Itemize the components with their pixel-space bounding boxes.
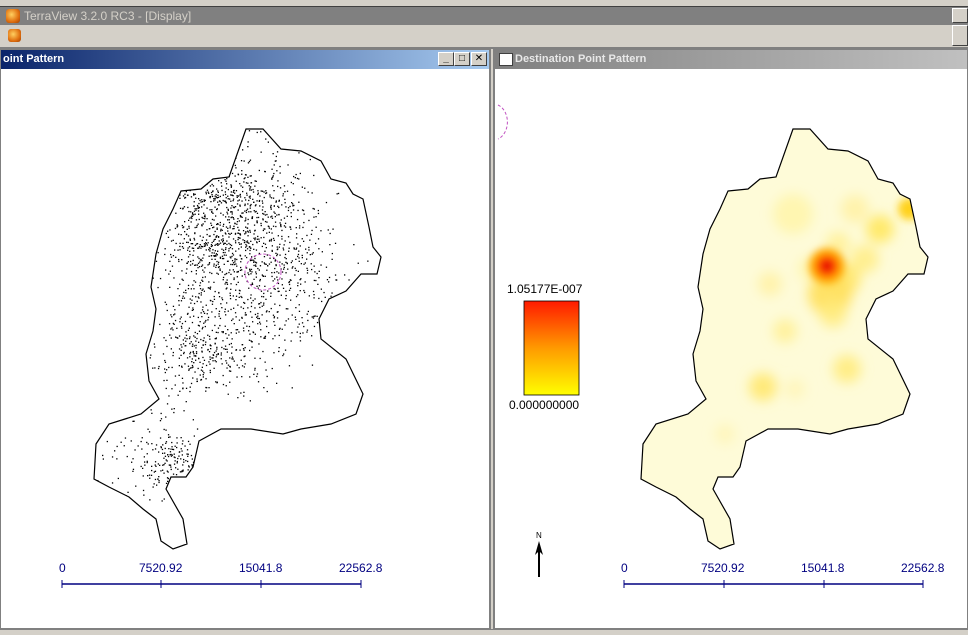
app-window-control[interactable] (952, 8, 968, 23)
terraview-doc-icon[interactable] (8, 29, 21, 42)
status-strip (0, 629, 968, 635)
right-window-titlebar[interactable]: Destination Point Pattern (495, 50, 967, 69)
partial-selection-circle (497, 104, 508, 140)
window-icon (499, 53, 513, 66)
maximize-button[interactable]: □ (454, 52, 470, 66)
close-button[interactable]: ✕ (471, 52, 487, 66)
scale-tick-label: 0 (59, 561, 66, 575)
left-map-canvas[interactable]: 0 7520.92 15041.8 22562.8 (1, 69, 489, 628)
scale-tick-label: 15041.8 (239, 561, 283, 575)
scale-tick-label: 0 (621, 561, 628, 575)
terraview-globe-icon[interactable] (6, 9, 20, 23)
municipality-boundary (93, 128, 382, 550)
right-map-canvas[interactable]: 1.05177E-007 0.000000000 N 0 7520.92 150… (495, 69, 967, 628)
app-title-bar: TerraView 3.2.0 RC3 - [Display] (0, 6, 968, 25)
legend-min-label: 0.000000000 (509, 398, 579, 412)
scale-tick-label: 7520.92 (701, 561, 745, 575)
scale-tick-label: 15041.8 (801, 561, 845, 575)
legend-max-label: 1.05177E-007 (507, 282, 583, 296)
scale-tick-label: 7520.92 (139, 561, 183, 575)
density-legend: 1.05177E-007 0.000000000 (507, 282, 583, 412)
right-map-svg: 1.05177E-007 0.000000000 N 0 7520.92 150… (497, 104, 945, 588)
doc-window-control[interactable] (952, 25, 968, 46)
document-menu-bar (0, 25, 968, 48)
north-arrow-icon: N (535, 531, 543, 577)
origin-point-pattern-window: oint Pattern _ □ ✕ 0 7520.92 15041.8 225… (0, 49, 490, 629)
left-map-svg: 0 7520.92 15041.8 22562.8 (59, 128, 383, 588)
right-window-title: Destination Point Pattern (515, 53, 647, 65)
left-scale-bar: 0 7520.92 15041.8 22562.8 (59, 561, 383, 588)
legend-color-ramp (523, 300, 580, 396)
left-window-titlebar[interactable]: oint Pattern _ □ ✕ (1, 50, 489, 69)
right-scale-bar: 0 7520.92 15041.8 22562.8 (621, 561, 945, 588)
app-title: TerraView 3.2.0 RC3 - [Display] (24, 9, 192, 23)
north-label: N (536, 531, 542, 540)
minimize-button[interactable]: _ (438, 52, 454, 66)
left-window-title: oint Pattern (3, 53, 65, 65)
scale-tick-label: 22562.8 (901, 561, 945, 575)
destination-point-pattern-window: Destination Point Pattern 1.05177E-007 0… (494, 49, 968, 629)
scale-tick-label: 22562.8 (339, 561, 383, 575)
